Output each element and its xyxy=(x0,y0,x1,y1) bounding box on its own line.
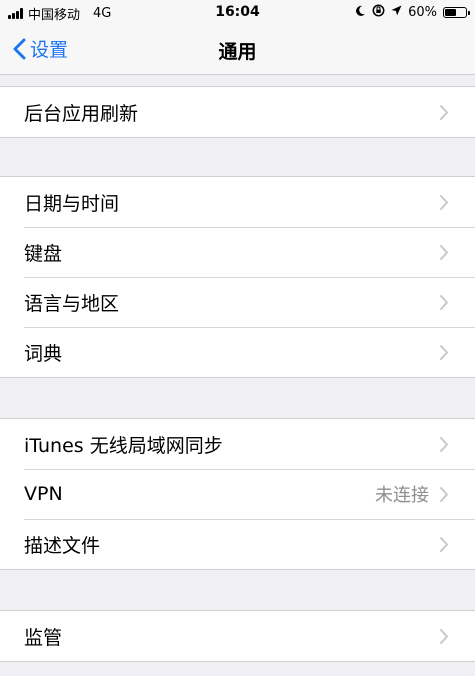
row-label: iTunes 无线局域网同步 xyxy=(24,434,223,457)
battery-icon xyxy=(443,7,470,18)
row-label: VPN xyxy=(24,483,63,505)
chevron-right-icon xyxy=(439,626,453,646)
chevron-right-icon xyxy=(439,434,453,454)
row-label: 日期与时间 xyxy=(24,192,120,215)
settings-group: 监管 xyxy=(0,610,475,662)
battery-percent: 60% xyxy=(408,5,437,20)
page-title: 通用 xyxy=(218,41,257,63)
row-profiles[interactable]: 描述文件 xyxy=(0,519,475,569)
status-bar: 中国移动 4G 16:04 60% xyxy=(0,0,475,26)
row-keyboard[interactable]: 键盘 xyxy=(0,227,475,277)
row-label: 键盘 xyxy=(24,242,63,265)
chevron-right-icon xyxy=(439,192,453,212)
row-label: 描述文件 xyxy=(24,534,101,557)
location-icon xyxy=(391,5,402,20)
settings-group: iTunes 无线局域网同步 VPN 未连接 描述文件 xyxy=(0,418,475,570)
row-label: 词典 xyxy=(24,342,63,365)
chevron-right-icon xyxy=(439,534,453,554)
navigation-bar: 设置 通用 xyxy=(0,26,475,75)
chevron-right-icon xyxy=(439,484,453,504)
row-date-time[interactable]: 日期与时间 xyxy=(0,177,475,227)
row-label: 后台应用刷新 xyxy=(24,102,139,125)
row-dictionary[interactable]: 词典 xyxy=(0,327,475,377)
row-label: 监管 xyxy=(24,626,63,649)
row-label: 语言与地区 xyxy=(24,292,120,315)
chevron-right-icon xyxy=(439,102,453,122)
rotation-lock-icon xyxy=(372,4,385,21)
row-vpn[interactable]: VPN 未连接 xyxy=(0,469,475,519)
row-itunes-wifi-sync[interactable]: iTunes 无线局域网同步 xyxy=(0,419,475,469)
chevron-right-icon xyxy=(439,292,453,312)
chevron-right-icon xyxy=(439,342,453,362)
status-right: 60% xyxy=(355,4,470,21)
settings-group: 后台应用刷新 xyxy=(0,86,475,138)
row-language-region[interactable]: 语言与地区 xyxy=(0,277,475,327)
moon-icon xyxy=(355,5,366,21)
row-background-app-refresh[interactable]: 后台应用刷新 xyxy=(0,87,475,137)
row-supervision[interactable]: 监管 xyxy=(0,611,475,661)
settings-group: 日期与时间 键盘 语言与地区 词典 xyxy=(0,176,475,378)
chevron-right-icon xyxy=(439,242,453,262)
vpn-status: 未连接 xyxy=(375,485,429,506)
